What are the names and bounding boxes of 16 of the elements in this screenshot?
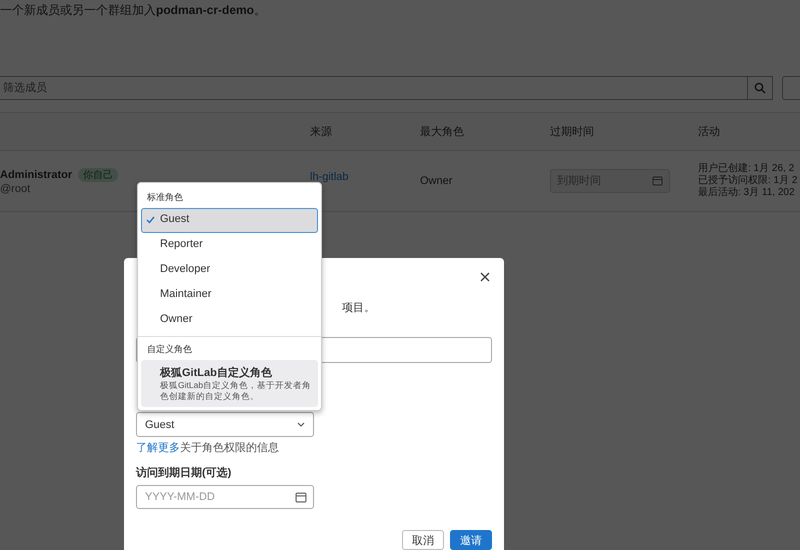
activity-text: 用户已创建: 1月 26, 2 <box>698 163 796 174</box>
username: @root <box>0 182 32 194</box>
activity-text: 已授予访问权限: 1月 2 <box>698 175 798 186</box>
column-header: 活动 <box>698 125 721 139</box>
help-text: 关于角色权限的信息 <box>180 442 279 454</box>
user-name: Administrator <box>0 168 72 180</box>
expiry-label: 访问到期日期(可选) <box>136 466 232 480</box>
column-header: 过期时间 <box>550 125 595 139</box>
intro-text: 一个新成员或另一个群组加入podman-cr-demo。 <box>0 2 268 19</box>
group-header: 自定义角色 <box>146 343 193 356</box>
max-role: Owner <box>420 175 452 187</box>
column-header: 最大角色 <box>420 125 465 139</box>
group-header: 标准角色 <box>146 191 184 204</box>
dialog-intro-text: 项目。 <box>342 302 375 314</box>
activity-text: 最后活动: 3月 11, 202 <box>698 187 796 199</box>
column-header: 来源 <box>310 125 333 139</box>
